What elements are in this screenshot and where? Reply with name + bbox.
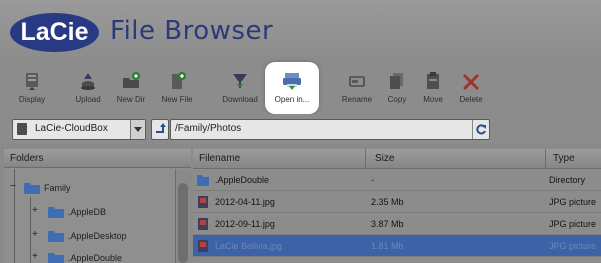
- file-row[interactable]: 2012-04-11.jpg 2.35 Mb JPG picture: [193, 191, 601, 213]
- file-row-selected[interactable]: LaCie Bolivia.jpg 1.81 Mb JPG picture: [193, 235, 601, 257]
- move-icon: [427, 72, 439, 89]
- new-folder-icon: [123, 72, 140, 88]
- open-in-button[interactable]: Open in...: [265, 62, 319, 114]
- file-size: 3.87 Mb: [371, 219, 404, 229]
- file-type: JPG picture: [549, 197, 597, 207]
- location-bar: LaCie-CloudBox /Family/Photos: [0, 114, 601, 144]
- folder-label: Family: [44, 183, 71, 193]
- refresh-button[interactable]: [472, 120, 489, 139]
- image-file-icon: [198, 240, 208, 252]
- expand-toggle[interactable]: +: [32, 251, 38, 262]
- folder-icon: [48, 231, 64, 242]
- download-icon: [233, 74, 247, 88]
- folders-header: Folders: [4, 149, 191, 168]
- app-header: LaCie File Browser: [0, 0, 601, 62]
- file-name: LaCie Bolivia.jpg: [215, 241, 283, 251]
- display-icon: [26, 73, 38, 90]
- image-file-icon: [198, 196, 208, 208]
- file-browser-window: LaCie File Browser Display Upload New Di…: [0, 0, 601, 263]
- files-table-header: Filename Size Type: [193, 149, 601, 169]
- file-name: 2012-04-11.jpg: [215, 197, 275, 207]
- folder-node-family[interactable]: − Family: [4, 180, 174, 198]
- expand-toggle[interactable]: +: [32, 229, 38, 240]
- column-divider[interactable]: [365, 149, 366, 168]
- open-in-icon: [283, 73, 301, 90]
- device-name: LaCie-CloudBox: [35, 123, 108, 134]
- delete-icon: [463, 74, 479, 90]
- column-header-size[interactable]: Size: [375, 149, 394, 168]
- device-dropdown-toggle[interactable]: [130, 120, 145, 139]
- column-header-type[interactable]: Type: [553, 149, 575, 168]
- folder-label: .AppleDB: [68, 207, 107, 217]
- folders-scrollbar[interactable]: [175, 169, 191, 263]
- column-header-filename[interactable]: Filename: [199, 149, 240, 168]
- image-file-icon: [198, 218, 208, 230]
- drive-icon: [17, 123, 27, 135]
- upload-icon: [81, 73, 95, 90]
- file-size: 2.35 Mb: [371, 197, 404, 207]
- folder-label: .AppleDouble: [68, 253, 123, 263]
- folder-node-appledouble[interactable]: + .AppleDouble: [4, 250, 174, 263]
- files-pane: Filename Size Type .AppleDouble - Direct…: [193, 149, 601, 263]
- new-file-button[interactable]: New File: [160, 70, 194, 110]
- new-dir-button[interactable]: New Dir: [114, 70, 148, 110]
- rename-button[interactable]: Rename: [340, 70, 374, 110]
- new-file-icon: [172, 72, 186, 89]
- file-size: 1.81 Mb: [371, 241, 404, 251]
- rename-icon: [349, 76, 365, 87]
- file-name: 2012-09-11.jpg: [215, 219, 275, 229]
- file-size: -: [371, 175, 374, 185]
- display-button[interactable]: Display: [16, 70, 48, 110]
- column-divider[interactable]: [545, 149, 546, 168]
- file-type: Directory: [549, 175, 586, 185]
- move-button[interactable]: Move: [418, 70, 448, 110]
- file-row[interactable]: 2012-09-11.jpg 3.87 Mb JPG picture: [193, 213, 601, 235]
- scrollbar-thumb[interactable]: [178, 183, 188, 263]
- folder-icon: [24, 183, 40, 194]
- expand-toggle[interactable]: +: [32, 205, 38, 216]
- new-file-label: New File: [161, 95, 193, 104]
- folder-node-appledesktop[interactable]: + .AppleDesktop: [4, 228, 174, 246]
- folder-icon: [48, 253, 64, 263]
- upload-button[interactable]: Upload: [72, 70, 104, 110]
- folders-pane: Folders − Family + .AppleDB + .AppleDesk…: [4, 149, 191, 263]
- copy-icon: [390, 73, 403, 89]
- folder-icon: [48, 207, 64, 218]
- refresh-icon: [476, 124, 486, 135]
- file-name: .AppleDouble: [215, 175, 270, 185]
- folder-node-appledb[interactable]: + .AppleDB: [4, 204, 174, 222]
- file-row[interactable]: .AppleDouble - Directory: [193, 169, 601, 191]
- path-text: /Family/Photos: [175, 123, 242, 134]
- path-input[interactable]: /Family/Photos: [170, 119, 490, 140]
- open-in-label: Open in...: [274, 95, 310, 104]
- delete-label: Delete: [459, 95, 483, 104]
- chevron-down-icon: [134, 127, 142, 132]
- device-select[interactable]: LaCie-CloudBox: [12, 119, 146, 140]
- folder-icon: [197, 175, 209, 186]
- collapse-toggle[interactable]: −: [10, 181, 16, 192]
- folder-label: .AppleDesktop: [68, 231, 127, 241]
- file-type: JPG picture: [549, 241, 597, 251]
- file-type: JPG picture: [549, 219, 597, 229]
- up-arrow-icon: [156, 123, 166, 133]
- app-title: File Browser: [110, 16, 274, 46]
- copy-button[interactable]: Copy: [382, 70, 412, 110]
- download-button[interactable]: Download: [222, 70, 258, 110]
- display-label: Display: [18, 95, 46, 104]
- delete-button[interactable]: Delete: [455, 70, 487, 110]
- toolbar: Display Upload New Dir New File Download…: [0, 62, 601, 114]
- parent-folder-button[interactable]: [151, 119, 169, 140]
- lacie-logo: LaCie: [10, 13, 99, 52]
